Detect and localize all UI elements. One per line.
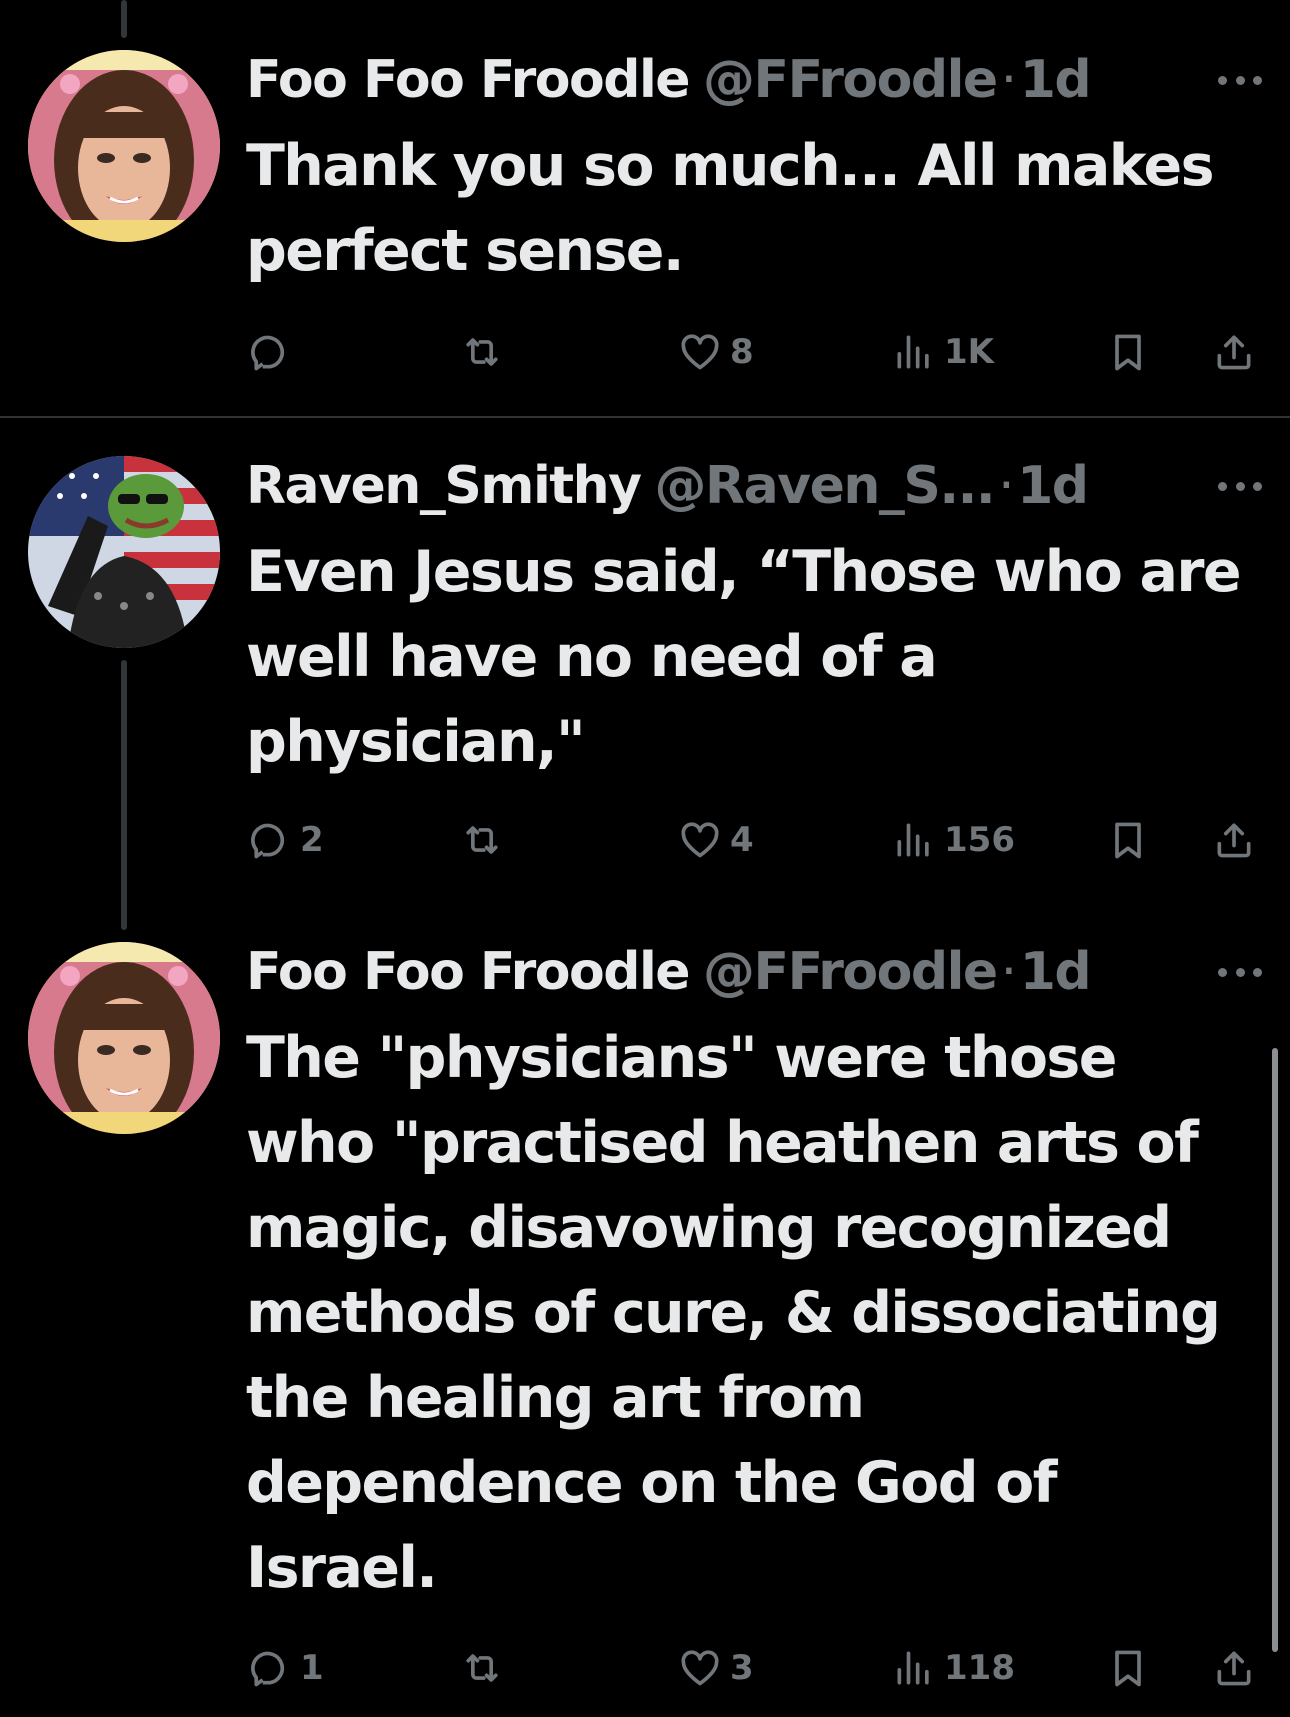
- scrollbar[interactable]: [1272, 1048, 1278, 1652]
- share-button[interactable]: [1212, 322, 1256, 382]
- tweet-text: Thank you so much... All makes perfect s…: [246, 133, 1215, 284]
- reply-button[interactable]: 1: [248, 1638, 324, 1698]
- action-bar: 1 3 118: [0, 1638, 1290, 1698]
- more-options-icon[interactable]: [1218, 476, 1262, 496]
- bookmark-button[interactable]: [1106, 810, 1150, 870]
- more-options-icon[interactable]: [1218, 70, 1262, 90]
- bookmark-icon: [1106, 330, 1150, 374]
- timestamp[interactable]: 1d: [1017, 456, 1089, 516]
- like-button[interactable]: 4: [678, 810, 754, 870]
- reply-count: 2: [300, 820, 324, 860]
- like-icon: [678, 818, 722, 862]
- views-count: 118: [944, 1648, 1015, 1688]
- tweet-text: The "physicians" were those who "practis…: [246, 1025, 1221, 1601]
- reply-icon: [248, 1646, 292, 1690]
- action-bar: 8 1K: [0, 322, 1290, 382]
- like-count: 8: [730, 332, 754, 372]
- retweet-icon: [460, 330, 504, 374]
- views-icon: [892, 330, 936, 374]
- timestamp[interactable]: 1d: [1020, 50, 1092, 110]
- avatar[interactable]: [28, 456, 220, 648]
- bookmark-button[interactable]: [1106, 1638, 1150, 1698]
- share-icon: [1212, 330, 1256, 374]
- retweet-button[interactable]: [460, 810, 512, 870]
- tweet-header: Foo Foo Froodle @FFroodle · 1d: [246, 932, 1092, 1012]
- reply-count: 1: [300, 1648, 324, 1688]
- display-name[interactable]: Raven_Smithy: [246, 456, 642, 516]
- user-handle[interactable]: @Raven_S...: [655, 456, 996, 516]
- retweet-button[interactable]: [460, 322, 512, 382]
- separator-dot: ·: [1000, 942, 1018, 1002]
- share-button[interactable]: [1212, 810, 1256, 870]
- views-count: 156: [944, 820, 1015, 860]
- display-name[interactable]: Foo Foo Froodle: [246, 942, 691, 1002]
- views-button[interactable]: 118: [892, 1638, 1015, 1698]
- views-icon: [892, 1646, 936, 1690]
- like-icon: [678, 1646, 722, 1690]
- share-button[interactable]: [1212, 1638, 1256, 1698]
- like-icon: [678, 330, 722, 374]
- bookmark-icon: [1106, 1646, 1150, 1690]
- user-handle[interactable]: @FFroodle: [703, 50, 998, 110]
- avatar[interactable]: [28, 942, 220, 1134]
- retweet-icon: [460, 1646, 504, 1690]
- like-button[interactable]: 3: [678, 1638, 754, 1698]
- reply-button[interactable]: 2: [248, 810, 324, 870]
- tweet-text: Even Jesus said, “Those who are well hav…: [246, 539, 1242, 775]
- reply-button[interactable]: [248, 322, 300, 382]
- separator-dot: ·: [1000, 50, 1018, 110]
- display-name[interactable]: Foo Foo Froodle: [246, 50, 691, 110]
- bookmark-icon: [1106, 818, 1150, 862]
- retweet-icon: [460, 818, 504, 862]
- tweet-divider: [0, 416, 1290, 418]
- reply-icon: [248, 330, 292, 374]
- views-count: 1K: [944, 332, 995, 372]
- views-icon: [892, 818, 936, 862]
- avatar[interactable]: [28, 50, 220, 242]
- bookmark-button[interactable]: [1106, 322, 1150, 382]
- thread-connector-middle: [121, 660, 127, 930]
- tweet-header: Foo Foo Froodle @FFroodle · 1d: [246, 40, 1092, 120]
- like-count: 4: [730, 820, 754, 860]
- tweet-header: Raven_Smithy @Raven_S... · 1d: [246, 446, 1089, 526]
- timestamp[interactable]: 1d: [1020, 942, 1092, 1002]
- retweet-button[interactable]: [460, 1638, 512, 1698]
- thread-connector-top: [121, 0, 127, 38]
- views-button[interactable]: 1K: [892, 322, 994, 382]
- like-count: 3: [730, 1648, 754, 1688]
- more-options-icon[interactable]: [1218, 962, 1262, 982]
- user-handle[interactable]: @FFroodle: [703, 942, 998, 1002]
- like-button[interactable]: 8: [678, 322, 754, 382]
- reply-icon: [248, 818, 292, 862]
- share-icon: [1212, 1646, 1256, 1690]
- share-icon: [1212, 818, 1256, 862]
- separator-dot: ·: [998, 456, 1015, 516]
- views-button[interactable]: 156: [892, 810, 1015, 870]
- action-bar: 2 4 156: [0, 810, 1290, 870]
